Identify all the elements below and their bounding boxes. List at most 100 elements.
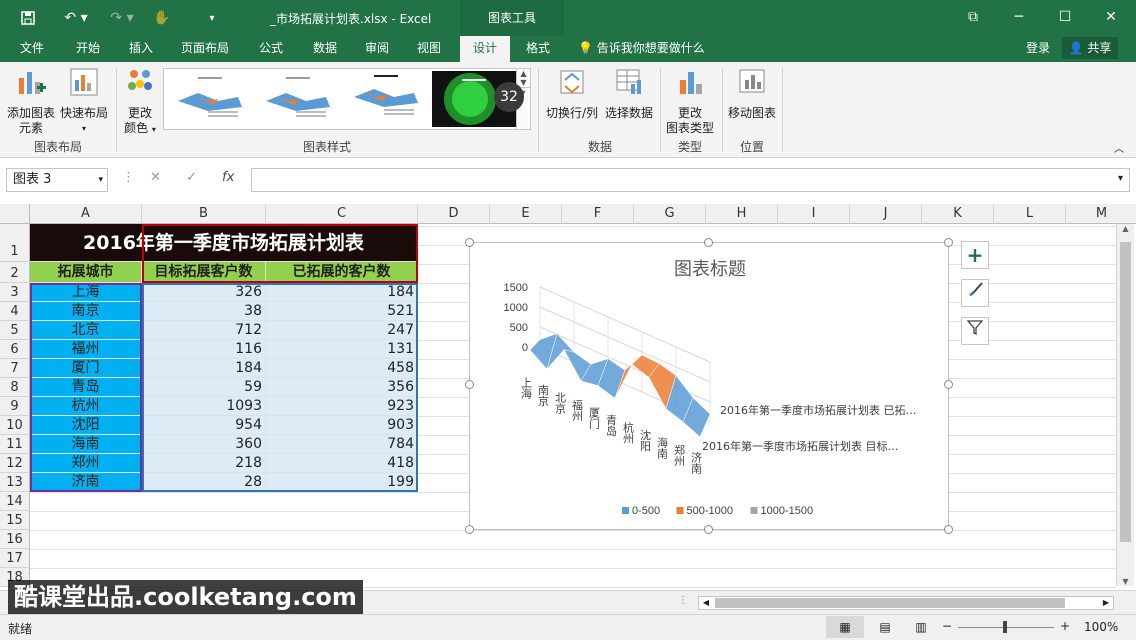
tab-format[interactable]: 格式 (514, 36, 562, 62)
header-city[interactable]: 拓展城市 (30, 262, 142, 283)
column-header-k[interactable]: K (922, 204, 994, 224)
column-header-f[interactable]: F (562, 204, 634, 224)
row-header-1[interactable]: 1 (0, 224, 30, 262)
page-break-view-icon[interactable]: ▥ (906, 616, 936, 638)
done-cell[interactable]: 458 (266, 359, 418, 378)
ribbon-display-icon[interactable]: ⧉ (950, 0, 996, 34)
zoom-level[interactable]: 100% (1084, 620, 1118, 634)
row-header-13[interactable]: 13 (0, 473, 30, 492)
city-cell[interactable]: 厦门 (30, 359, 142, 378)
row-header-7[interactable]: 7 (0, 359, 30, 378)
resize-handle[interactable] (944, 238, 953, 247)
change-colors-button[interactable]: 更改 颜色 ▾ (118, 66, 162, 137)
city-cell[interactable]: 杭州 (30, 397, 142, 416)
save-icon[interactable] (16, 6, 40, 30)
resize-handle[interactable] (704, 525, 713, 534)
target-cell[interactable]: 360 (142, 435, 266, 454)
chart-style-3[interactable] (344, 71, 428, 127)
worksheet-grid[interactable]: A B C D E F G H I J K L M 1 2 3 4 5 6 7 … (0, 204, 1136, 590)
target-cell[interactable]: 59 (142, 378, 266, 397)
scroll-right-icon[interactable]: ▶ (1099, 597, 1113, 609)
name-box[interactable]: 图表 3 ▾ (6, 168, 108, 192)
tab-review[interactable]: 审阅 (354, 36, 400, 62)
chart-elements-plus-icon[interactable]: + (961, 241, 989, 269)
select-all-corner[interactable] (0, 204, 30, 224)
row-header-6[interactable]: 6 (0, 340, 30, 359)
cancel-icon[interactable]: ✕ (150, 170, 161, 185)
chart-styles-brush-icon[interactable] (961, 279, 989, 307)
done-cell[interactable]: 131 (266, 340, 418, 359)
row-header-14[interactable]: 14 (0, 492, 30, 511)
quick-layout-button[interactable]: 快速布局 ▾ (58, 66, 110, 136)
row-header-3[interactable]: 3 (0, 283, 30, 302)
minimize-icon[interactable]: ─ (996, 0, 1042, 34)
city-cell[interactable]: 海南 (30, 435, 142, 454)
target-cell[interactable]: 326 (142, 283, 266, 302)
row-header-11[interactable]: 11 (0, 435, 30, 454)
horizontal-scrollbar[interactable]: ◀ ▶ (698, 596, 1114, 610)
target-cell[interactable]: 184 (142, 359, 266, 378)
target-cell[interactable]: 38 (142, 302, 266, 321)
header-target[interactable]: 目标拓展客户数 (142, 262, 266, 283)
resize-handle[interactable] (465, 380, 474, 389)
surface-chart[interactable]: 图表标题 1500 1000 500 0 上海 南京 北京 福州 厦门 青岛 杭州 沈阳 海南 郑州 济南 2… (469, 242, 949, 530)
zoom-out-icon[interactable]: − (942, 619, 952, 633)
undo-icon[interactable]: ↶ ▾ (58, 6, 94, 30)
enter-icon[interactable]: ✓ (186, 170, 197, 185)
column-header-c[interactable]: C (266, 204, 418, 224)
column-header-l[interactable]: L (994, 204, 1066, 224)
scroll-thumb[interactable] (1120, 242, 1131, 542)
city-cell[interactable]: 福州 (30, 340, 142, 359)
zoom-in-icon[interactable]: + (1060, 619, 1070, 633)
customize-qat-icon[interactable]: ▾ (200, 6, 224, 30)
scroll-up-icon[interactable]: ▲ (1117, 224, 1134, 233)
done-cell[interactable]: 784 (266, 435, 418, 454)
redo-icon[interactable]: ↷ ▾ (104, 6, 140, 30)
close-icon[interactable]: ✕ (1088, 0, 1134, 34)
city-cell[interactable]: 上海 (30, 283, 142, 302)
change-chart-type-button[interactable]: 更改 图表类型 (662, 66, 718, 136)
header-done[interactable]: 已拓展的客户数 (266, 262, 418, 283)
tab-view[interactable]: 视图 (406, 36, 452, 62)
city-cell[interactable]: 青岛 (30, 378, 142, 397)
city-cell[interactable]: 济南 (30, 473, 142, 492)
row-header-12[interactable]: 12 (0, 454, 30, 473)
row-header-15[interactable]: 15 (0, 511, 30, 530)
collapse-ribbon-icon[interactable]: ︿ (1114, 140, 1124, 155)
target-cell[interactable]: 712 (142, 321, 266, 340)
expand-formula-icon[interactable]: ▾ (1118, 173, 1123, 184)
done-cell[interactable]: 418 (266, 454, 418, 473)
scroll-down-icon[interactable]: ▼ (1117, 577, 1134, 586)
row-header-10[interactable]: 10 (0, 416, 30, 435)
resize-handle[interactable] (704, 238, 713, 247)
chart-style-1[interactable] (168, 71, 252, 127)
formula-input[interactable]: ▾ (251, 168, 1130, 192)
row-header-9[interactable]: 9 (0, 397, 30, 416)
city-cell[interactable]: 北京 (30, 321, 142, 340)
row-header-16[interactable]: 16 (0, 530, 30, 549)
column-header-i[interactable]: I (778, 204, 850, 224)
switch-row-column-button[interactable]: 切换行/列 (542, 66, 602, 121)
tab-file[interactable]: 文件 (10, 36, 54, 62)
tab-home[interactable]: 开始 (64, 36, 112, 62)
move-chart-button[interactable]: 移动图表 (724, 66, 780, 121)
done-cell[interactable]: 184 (266, 283, 418, 302)
row-header-17[interactable]: 17 (0, 549, 30, 568)
sheet-title-cell[interactable]: 2016年第一季度市场拓展计划表 (30, 224, 418, 262)
tell-me-box[interactable]: 💡 告诉我你想要做什么 (578, 36, 705, 62)
chart-style-2[interactable] (256, 71, 340, 127)
tab-design[interactable]: 设计 (460, 36, 510, 62)
tab-page-layout[interactable]: 页面布局 (172, 36, 238, 62)
column-header-g[interactable]: G (634, 204, 706, 224)
hscroll-thumb[interactable] (715, 598, 1065, 608)
sign-in-link[interactable]: 登录 (1026, 36, 1050, 60)
scroll-left-icon[interactable]: ◀ (699, 597, 713, 609)
done-cell[interactable]: 923 (266, 397, 418, 416)
target-cell[interactable]: 116 (142, 340, 266, 359)
column-header-d[interactable]: D (418, 204, 490, 224)
column-header-h[interactable]: H (706, 204, 778, 224)
resize-handle[interactable] (465, 525, 474, 534)
share-button[interactable]: 👤 共享 (1062, 37, 1118, 59)
name-box-dropdown-icon[interactable]: ▾ (98, 169, 103, 191)
zoom-slider-thumb[interactable] (1003, 621, 1007, 633)
